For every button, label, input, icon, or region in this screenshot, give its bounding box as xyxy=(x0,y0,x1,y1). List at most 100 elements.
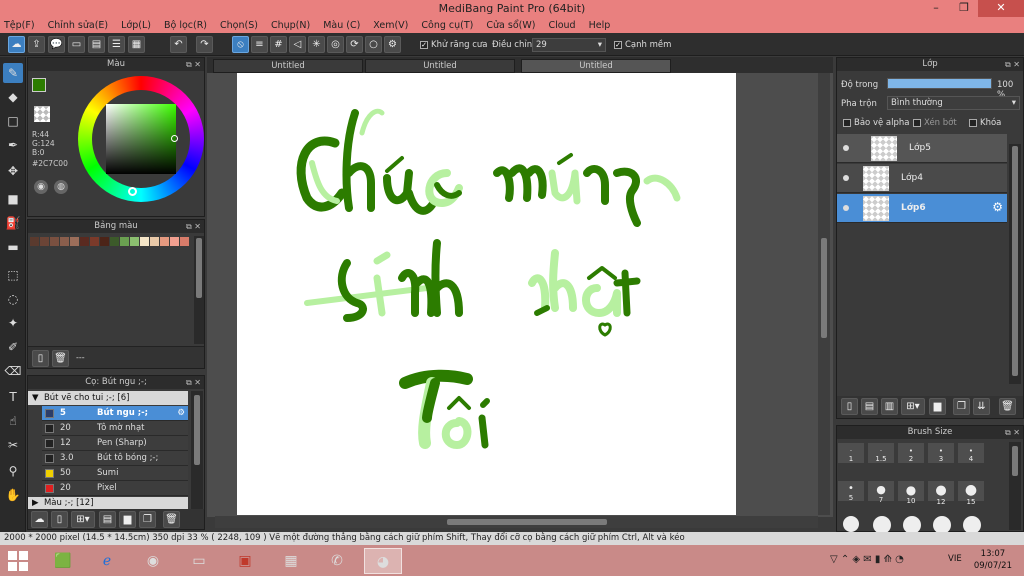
panel-buttons[interactable]: ⧉ ✕ xyxy=(186,58,201,71)
menu-file[interactable]: Tệp(F) xyxy=(4,20,35,31)
message-icon[interactable]: ▭ xyxy=(68,36,85,53)
palette-swatch[interactable] xyxy=(90,237,99,246)
merge-layer-icon[interactable]: ⇊ xyxy=(973,398,990,415)
snap-off-icon[interactable]: ⦸ xyxy=(232,36,249,53)
settings-icon[interactable]: ⚙ xyxy=(384,36,401,53)
brush-size-scrollbar[interactable] xyxy=(1009,442,1021,530)
hue-picker-handle[interactable] xyxy=(128,187,137,196)
clip-checkbox[interactable]: Xén bớt xyxy=(913,118,957,128)
brush-item[interactable]: 20 Tô mờ nhạt xyxy=(42,421,188,436)
layer-scrollbar[interactable] xyxy=(1009,144,1021,384)
delete-brush-icon[interactable]: 🗑 xyxy=(163,511,180,528)
brush-size-cell[interactable]: ● 15 xyxy=(957,480,985,506)
clock[interactable]: 13:07 09/07/21 xyxy=(974,548,1012,572)
minimize-button[interactable]: – xyxy=(922,0,950,17)
brush-size-cell[interactable]: ● 12 xyxy=(927,480,955,506)
protect-alpha-checkbox[interactable]: Bảo vệ alpha xyxy=(843,118,909,128)
color-wheel[interactable] xyxy=(78,76,204,202)
menu-tools[interactable]: Công cụ(T) xyxy=(421,20,473,31)
powerpoint-icon[interactable]: ▣ xyxy=(226,548,264,574)
canvas-horizontal-scrollbar[interactable] xyxy=(215,516,818,528)
gradient-tool-icon[interactable]: ▬ xyxy=(3,237,23,257)
magic-wand-tool-icon[interactable]: ✦ xyxy=(3,313,23,333)
new-brush-icon[interactable]: ▯ xyxy=(51,511,68,528)
palette-swatch[interactable] xyxy=(120,237,129,246)
bucket-tool-icon[interactable]: ⛽ xyxy=(3,213,23,233)
grid-icon[interactable]: ▦ xyxy=(128,36,145,53)
radial-snap-icon[interactable]: ✳ xyxy=(308,36,325,53)
brush-group-header-2[interactable]: ▶ Màu ;-; [12] xyxy=(28,497,188,509)
parallel-snap-icon[interactable]: ≡ xyxy=(251,36,268,53)
select-pen-tool-icon[interactable]: ✐ xyxy=(3,337,23,357)
eyedropper-tool-icon[interactable]: ⚲ xyxy=(3,461,23,481)
saturation-value-square[interactable] xyxy=(106,104,176,174)
menu-view[interactable]: Xem(V) xyxy=(373,20,408,31)
brush-size-cell[interactable]: · 1 xyxy=(837,442,865,464)
menu-filter[interactable]: Bộ lọc(R) xyxy=(164,20,207,31)
panel-buttons[interactable]: ⧉ ✕ xyxy=(1005,426,1020,439)
move-tool-icon[interactable]: ✥ xyxy=(3,161,23,181)
gear-icon[interactable]: ⚙ xyxy=(177,406,185,421)
comment-icon[interactable]: 💬 xyxy=(48,36,65,53)
internet-explorer-icon[interactable]: ℯ xyxy=(88,548,126,574)
brush-item[interactable]: 50 Sumi xyxy=(42,466,188,481)
duplicate-icon[interactable]: ❐ xyxy=(139,511,156,528)
cloud-icon[interactable]: ☁ xyxy=(8,36,25,53)
drawing-canvas[interactable] xyxy=(237,73,736,515)
dot-tool-icon[interactable]: □ xyxy=(3,111,23,131)
tab-document[interactable]: Untitled xyxy=(365,59,515,73)
brush-size-cell[interactable]: • 3 xyxy=(927,442,955,464)
pen-tool-icon[interactable]: ✒ xyxy=(3,135,23,155)
new-palette-icon[interactable]: ▯ xyxy=(32,350,49,367)
sv-picker-handle[interactable] xyxy=(171,135,178,142)
add-layer-menu-icon[interactable]: ⊞▾ xyxy=(901,398,925,415)
document-icon[interactable]: ▤ xyxy=(88,36,105,53)
brush-settings-icon[interactable]: ▤ xyxy=(99,511,116,528)
antialias-checkbox[interactable]: ✓ Khử răng cưa xyxy=(420,40,488,50)
duplicate-layer-icon[interactable]: ❐ xyxy=(953,398,970,415)
select-eraser-tool-icon[interactable]: ⌫ xyxy=(3,361,23,381)
delete-layer-icon[interactable]: 🗑 xyxy=(999,398,1016,415)
lock-checkbox[interactable]: Khóa xyxy=(969,118,1001,128)
maximize-button[interactable]: ❐ xyxy=(950,0,978,17)
app-green-icon[interactable]: ✆ xyxy=(318,548,356,574)
gear-icon[interactable]: ⚙ xyxy=(992,200,1003,214)
tab-document[interactable]: Untitled xyxy=(213,59,363,73)
brush-scrollbar[interactable] xyxy=(191,391,203,509)
bluestacks-icon[interactable]: 🟩 xyxy=(44,548,82,574)
palette-swatch[interactable] xyxy=(100,237,109,246)
tab-document-active[interactable]: Untitled xyxy=(521,59,671,73)
menu-snap[interactable]: Chụp(N) xyxy=(271,20,310,31)
menu-select[interactable]: Chọn(S) xyxy=(220,20,258,31)
medibang-icon[interactable]: ◕ xyxy=(364,548,402,574)
brush-size-cell[interactable]: • 4 xyxy=(957,442,985,464)
panel-buttons[interactable]: ⧉ ✕ xyxy=(186,376,201,389)
menu-cloud[interactable]: Cloud xyxy=(548,20,575,31)
folder-icon[interactable]: ▆ xyxy=(119,511,136,528)
palette-swatch[interactable] xyxy=(130,237,139,246)
divide-tool-icon[interactable]: ✂ xyxy=(3,435,23,455)
brush-item[interactable]: 12 Pen (Sharp) xyxy=(42,436,188,451)
fill-rect-tool-icon[interactable]: ■ xyxy=(3,189,23,209)
panel-buttons[interactable]: ⧉ ✕ xyxy=(186,220,201,233)
new-halftone-layer-icon[interactable]: ▤ xyxy=(861,398,878,415)
redo-icon[interactable]: ↷ xyxy=(196,36,213,53)
panel-buttons[interactable]: ⧉ ✕ xyxy=(1005,58,1020,71)
lasso-select-tool-icon[interactable]: ◌ xyxy=(3,289,23,309)
palette-icon[interactable]: ◍ xyxy=(54,180,68,194)
close-button[interactable]: ✕ xyxy=(978,0,1024,17)
file-explorer-icon[interactable]: ▭ xyxy=(180,548,218,574)
brush-size-row-large[interactable] xyxy=(837,516,987,534)
chrome-icon[interactable]: ◉ xyxy=(134,548,172,574)
brush-item[interactable]: 5 Bút ngu ;-; ⚙ xyxy=(42,406,188,421)
brush-size-cell[interactable]: ● 7 xyxy=(867,480,895,504)
palette-swatch[interactable] xyxy=(40,237,49,246)
brush-size-cell[interactable]: ● 10 xyxy=(897,480,925,505)
export-icon[interactable]: ⇪ xyxy=(28,36,45,53)
curve-snap-icon[interactable]: ⟳ xyxy=(346,36,363,53)
palette-swatch[interactable] xyxy=(140,237,149,246)
circle-snap-icon[interactable]: ○ xyxy=(365,36,382,53)
add-brush-icon[interactable]: ⊞▾ xyxy=(71,511,95,528)
soft-edge-checkbox[interactable]: ✓ Cạnh mềm xyxy=(614,40,671,50)
layer-row-selected[interactable]: Lớp6 ⚙ xyxy=(837,194,1007,223)
